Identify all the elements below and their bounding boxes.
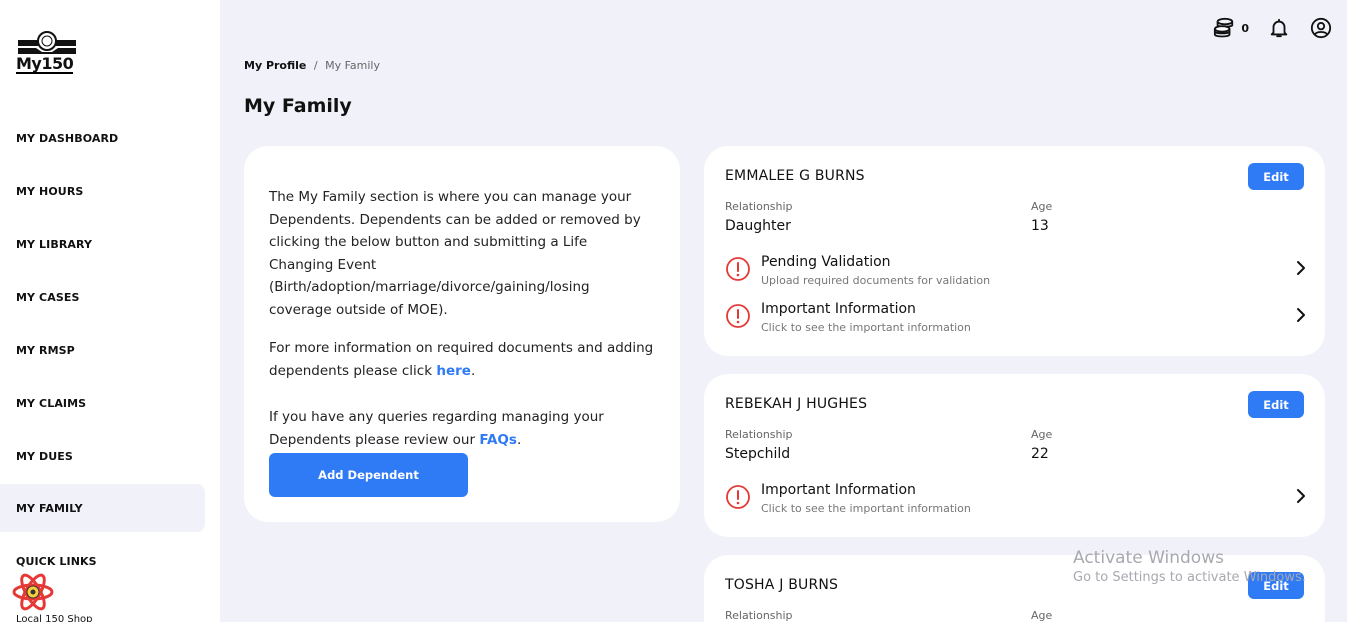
profile-button[interactable]	[1309, 16, 1333, 40]
faqs-link[interactable]: FAQs	[479, 432, 517, 448]
sidebar-item-cases[interactable]: MY CASES	[0, 273, 205, 321]
status-title: Important Information	[761, 301, 916, 317]
status-subtitle: Upload required documents for validation	[761, 274, 991, 287]
sidebar-item-dashboard[interactable]: MY DASHBOARD	[0, 114, 205, 162]
breadcrumb-separator: /	[313, 59, 318, 72]
user-circle-icon	[1310, 17, 1332, 39]
breadcrumb-my-profile[interactable]: My Profile	[244, 59, 306, 72]
alert-icon	[726, 304, 750, 328]
age-label: Age	[1031, 428, 1053, 441]
relationship-value: Stepchild	[725, 446, 791, 462]
status-title: Pending Validation	[761, 254, 891, 270]
alert-icon	[726, 485, 750, 509]
relationship-value: Daughter	[725, 218, 791, 234]
chevron-right-icon	[1297, 308, 1305, 322]
relationship-label: Relationship	[725, 428, 793, 441]
chevron-right-icon	[1297, 489, 1305, 503]
age-value: 22	[1031, 446, 1049, 462]
info-paragraph-3: If you have any queries regarding managi…	[269, 406, 655, 451]
add-dependent-button[interactable]: Add Dependent	[269, 453, 468, 497]
sidebar-item-claims[interactable]: MY CLAIMS	[0, 379, 205, 427]
sidebar-item-rmsp[interactable]: MY RMSP	[0, 326, 205, 374]
status-pending-validation[interactable]: Pending Validation Upload required docum…	[725, 254, 1309, 294]
edit-button[interactable]: Edit	[1248, 163, 1304, 190]
dependent-name: REBEKAH J HUGHES	[725, 396, 868, 412]
info-p3-end: .	[516, 431, 522, 448]
bell-icon	[1270, 18, 1288, 38]
logo-text: My150	[16, 54, 74, 74]
info-paragraph-1: The My Family section is where you can m…	[269, 189, 641, 318]
age-value: 13	[1031, 218, 1049, 234]
page-title: My Family	[244, 95, 352, 117]
sidebar-item-family[interactable]: MY FAMILY	[0, 484, 205, 532]
breadcrumb-current: My Family	[325, 59, 380, 72]
status-important-information[interactable]: Important Information Click to see the i…	[725, 482, 1309, 522]
status-subtitle: Click to see the important information	[761, 502, 971, 515]
edit-button[interactable]: Edit	[1248, 572, 1304, 599]
dependent-card: TOSHA J BURNS Edit Relationship Age	[704, 555, 1325, 622]
topbar: 0	[1213, 16, 1333, 40]
status-important-information[interactable]: Important Information Click to see the i…	[725, 301, 1309, 341]
coin-count: 0	[1241, 21, 1249, 35]
edit-button[interactable]: Edit	[1248, 391, 1304, 418]
age-label: Age	[1031, 609, 1053, 622]
notifications-button[interactable]	[1267, 16, 1291, 40]
react-atom-icon[interactable]	[12, 572, 54, 612]
here-link[interactable]: here	[436, 363, 471, 379]
info-paragraph-2: For more information on required documen…	[269, 337, 655, 382]
dependent-name: EMMALEE G BURNS	[725, 168, 865, 184]
dependent-card: REBEKAH J HUGHES Edit Relationship Stepc…	[704, 374, 1325, 537]
sidebar-item-library[interactable]: MY LIBRARY	[0, 220, 205, 268]
sidebar: My150 MY DASHBOARD MY HOURS MY LIBRARY M…	[0, 0, 220, 622]
alert-icon	[726, 257, 750, 281]
family-info-card: The My Family section is where you can m…	[244, 146, 680, 522]
info-p2-end: .	[470, 362, 476, 379]
shop-link[interactable]: Local 150 Shop	[16, 614, 93, 622]
my150-logo[interactable]: My150	[16, 30, 78, 74]
dependent-name: TOSHA J BURNS	[725, 577, 839, 593]
breadcrumb: My Profile / My Family	[244, 59, 380, 72]
status-subtitle: Click to see the important information	[761, 321, 971, 334]
sidebar-item-hours[interactable]: MY HOURS	[0, 167, 205, 215]
relationship-label: Relationship	[725, 200, 793, 213]
coins-icon	[1214, 17, 1234, 38]
status-title: Important Information	[761, 482, 916, 498]
dependent-card: EMMALEE G BURNS Edit Relationship Daught…	[704, 146, 1325, 356]
info-p3-text: If you have any queries regarding managi…	[269, 409, 604, 448]
age-label: Age	[1031, 200, 1053, 213]
coins-counter[interactable]: 0	[1213, 17, 1249, 39]
sidebar-item-dues[interactable]: MY DUES	[0, 432, 205, 480]
chevron-right-icon	[1297, 261, 1305, 275]
relationship-label: Relationship	[725, 609, 793, 622]
